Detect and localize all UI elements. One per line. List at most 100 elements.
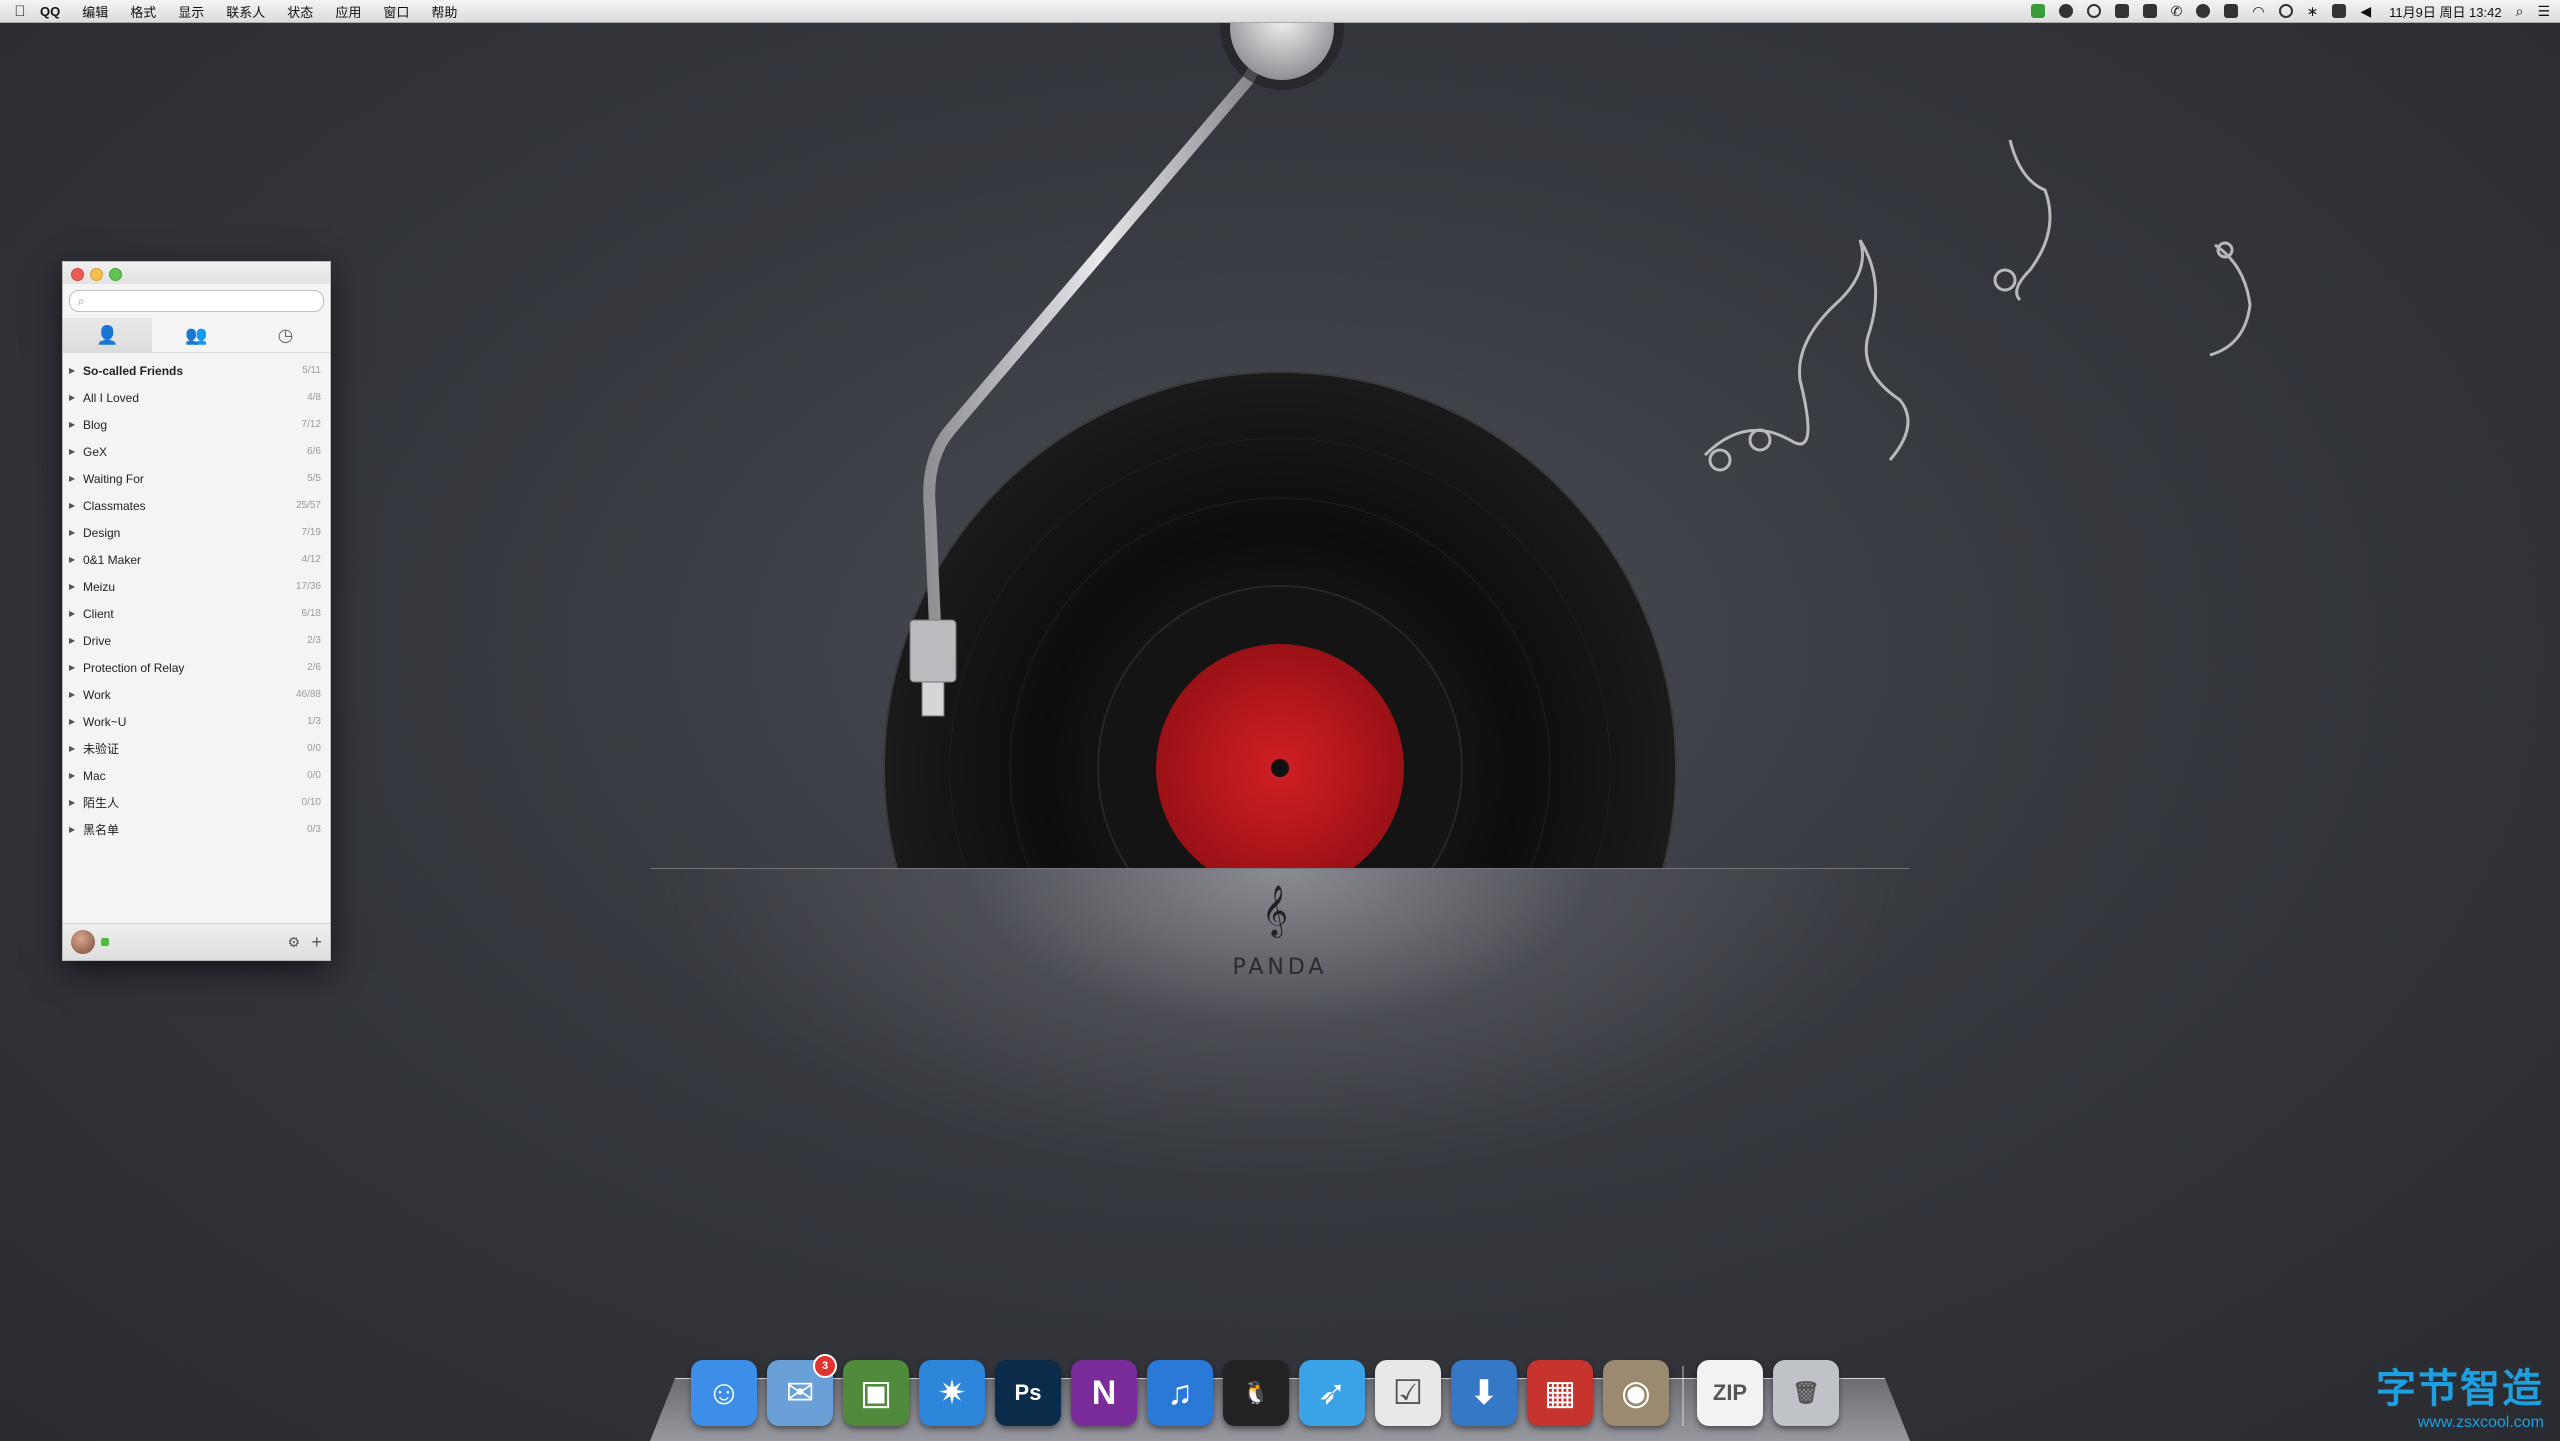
itunes-icon[interactable]: ♫ xyxy=(1147,1360,1213,1426)
group-count: 4/12 xyxy=(301,554,321,565)
status-app-green-icon[interactable] xyxy=(2030,4,2045,18)
status-cloud-icon[interactable] xyxy=(2058,4,2073,18)
disclosure-triangle-icon[interactable]: ▶ xyxy=(69,501,83,510)
mail-icon[interactable]: ✉ 3 xyxy=(767,1354,837,1426)
dock-item-glyph: Ps xyxy=(1014,1380,1042,1405)
menu-edit[interactable]: 编辑 xyxy=(82,2,108,21)
status-screen-icon[interactable] xyxy=(2142,4,2157,18)
dock-item-glyph: ➶ xyxy=(1317,1374,1347,1412)
status-airplay-icon[interactable] xyxy=(2224,4,2239,18)
menu-window[interactable]: 窗口 xyxy=(383,2,409,21)
disclosure-triangle-icon[interactable]: ▶ xyxy=(69,609,83,618)
disclosure-triangle-icon[interactable]: ▶ xyxy=(69,636,83,645)
onenote-icon[interactable]: N xyxy=(1071,1360,1137,1426)
volume-icon[interactable]: ◀ xyxy=(2360,3,2371,20)
menu-apps[interactable]: 应用 xyxy=(335,2,361,21)
list-item[interactable]: ▶ Work 46/88 xyxy=(63,681,330,708)
list-item[interactable]: ▶ 黑名单 0/3 xyxy=(63,816,330,843)
list-item[interactable]: ▶ So-called Friends 5/11 xyxy=(63,357,330,384)
iphoto-icon[interactable]: ▣ xyxy=(843,1360,909,1426)
safari-icon[interactable]: ✷ xyxy=(919,1360,985,1426)
disclosure-triangle-icon[interactable]: ▶ xyxy=(69,420,83,429)
dock-item-glyph: 🗑 xyxy=(1792,1380,1820,1405)
list-item[interactable]: ▶ 0&1 Maker 4/12 xyxy=(63,546,330,573)
recent-icon: ◷ xyxy=(277,324,294,345)
disclosure-triangle-icon[interactable]: ▶ xyxy=(69,663,83,672)
list-item[interactable]: ▶ Work~U 1/3 xyxy=(63,708,330,735)
qq-contacts-window: ⌕ 👤 👥 ◷ ▶ So-called Friends 5/11 ▶ All I Lo… xyxy=(62,261,331,961)
window-titlebar[interactable] xyxy=(63,262,330,284)
disclosure-triangle-icon[interactable]: ▶ xyxy=(69,690,83,699)
dock: ☺ ✉ 3 ▣ ✷ Ps N ♫ 🐧 ➶ ☑ ⬇ ▦ ◉ ZIP 🗑 xyxy=(686,1346,1844,1426)
list-item[interactable]: ▶ Drive 2/3 xyxy=(63,627,330,654)
avatar[interactable] xyxy=(71,930,95,954)
list-item[interactable]: ▶ 陌生人 0/10 xyxy=(63,789,330,816)
qq-icon[interactable]: 🐧 xyxy=(1223,1360,1289,1426)
menu-format[interactable]: 格式 xyxy=(130,2,156,21)
list-item[interactable]: ▶ Classmates 25/57 xyxy=(63,492,330,519)
minimize-button[interactable] xyxy=(90,268,103,281)
list-item[interactable]: ▶ Blog 7/12 xyxy=(63,411,330,438)
search-input[interactable] xyxy=(94,292,298,310)
spotlight-search-icon[interactable]: ⌕ xyxy=(2516,3,2524,20)
disclosure-triangle-icon[interactable]: ▶ xyxy=(69,798,83,807)
apple-menu-icon[interactable]:  xyxy=(0,3,40,20)
menu-status[interactable]: 状态 xyxy=(287,2,313,21)
list-item[interactable]: ▶ Meizu 17/36 xyxy=(63,573,330,600)
contact-search[interactable]: ⌕ xyxy=(69,290,324,312)
gear-icon[interactable]: ⚙ xyxy=(287,934,300,951)
disclosure-triangle-icon[interactable]: ▶ xyxy=(69,744,83,753)
online-status-icon[interactable] xyxy=(101,938,109,946)
status-clock-app-icon[interactable] xyxy=(2086,4,2101,18)
disclosure-triangle-icon[interactable]: ▶ xyxy=(69,447,83,456)
tab-contacts[interactable]: 👤 xyxy=(63,318,152,352)
tab-recent[interactable]: ◷ xyxy=(241,318,330,352)
status-qq-icon[interactable] xyxy=(2196,4,2211,18)
group-count: 1/3 xyxy=(307,716,321,727)
status-phone-icon[interactable]: ✆ xyxy=(2171,3,2183,20)
menu-view[interactable]: 显示 xyxy=(178,2,204,21)
todo-icon[interactable]: ☑ xyxy=(1375,1360,1441,1426)
app-menu-qq[interactable]: QQ xyxy=(40,4,60,19)
parallels-icon[interactable]: ▦ xyxy=(1527,1360,1593,1426)
disclosure-triangle-icon[interactable]: ▶ xyxy=(69,717,83,726)
list-item[interactable]: ▶ Mac 0/0 xyxy=(63,762,330,789)
add-contact-button[interactable]: + xyxy=(311,932,322,953)
list-item[interactable]: ▶ Protection of Relay 2/6 xyxy=(63,654,330,681)
disclosure-triangle-icon[interactable]: ▶ xyxy=(69,582,83,591)
list-item[interactable]: ▶ 未验证 0/0 xyxy=(63,735,330,762)
disclosure-triangle-icon[interactable]: ▶ xyxy=(69,528,83,537)
downloads-icon[interactable]: ⬇ xyxy=(1451,1360,1517,1426)
list-item[interactable]: ▶ All I Loved 4/8 xyxy=(63,384,330,411)
menu-contacts[interactable]: 联系人 xyxy=(226,2,265,21)
disclosure-triangle-icon[interactable]: ▶ xyxy=(69,393,83,402)
zoom-button[interactable] xyxy=(109,268,122,281)
status-tools-icon[interactable] xyxy=(2114,4,2129,18)
menu-clock[interactable]: 11月9日 周日 13:42 xyxy=(2389,2,2501,21)
status-s-icon[interactable] xyxy=(2332,4,2347,18)
group-name: Design xyxy=(83,525,121,540)
list-item[interactable]: ▶ GeX 6/6 xyxy=(63,438,330,465)
list-item[interactable]: ▶ Waiting For 5/5 xyxy=(63,465,330,492)
tab-groups[interactable]: 👥 xyxy=(152,318,241,352)
list-item[interactable]: ▶ Design 7/19 xyxy=(63,519,330,546)
list-item[interactable]: ▶ Client 6/18 xyxy=(63,600,330,627)
disclosure-triangle-icon[interactable]: ▶ xyxy=(69,474,83,483)
wifi-icon[interactable]: ◠ xyxy=(2252,3,2264,20)
disclosure-triangle-icon[interactable]: ▶ xyxy=(69,771,83,780)
trash-icon[interactable]: 🗑 xyxy=(1773,1360,1839,1426)
disclosure-triangle-icon[interactable]: ▶ xyxy=(69,825,83,834)
disclosure-triangle-icon[interactable]: ▶ xyxy=(69,555,83,564)
notification-center-icon[interactable]: ☰ xyxy=(2537,3,2550,20)
close-button[interactable] xyxy=(71,268,84,281)
zip-file-icon[interactable]: ZIP xyxy=(1697,1360,1763,1426)
twitter-bird-icon[interactable]: ➶ xyxy=(1299,1360,1365,1426)
preview-icon[interactable]: ◉ xyxy=(1603,1360,1669,1426)
bluetooth-icon[interactable]: ∗ xyxy=(2307,3,2319,20)
finder-icon[interactable]: ☺ xyxy=(691,1360,757,1426)
menu-help[interactable]: 帮助 xyxy=(431,2,457,21)
panda-logo-text: PANDA xyxy=(1232,955,1328,980)
time-machine-icon[interactable] xyxy=(2278,4,2293,18)
disclosure-triangle-icon[interactable]: ▶ xyxy=(69,366,83,375)
photoshop-icon[interactable]: Ps xyxy=(995,1360,1061,1426)
